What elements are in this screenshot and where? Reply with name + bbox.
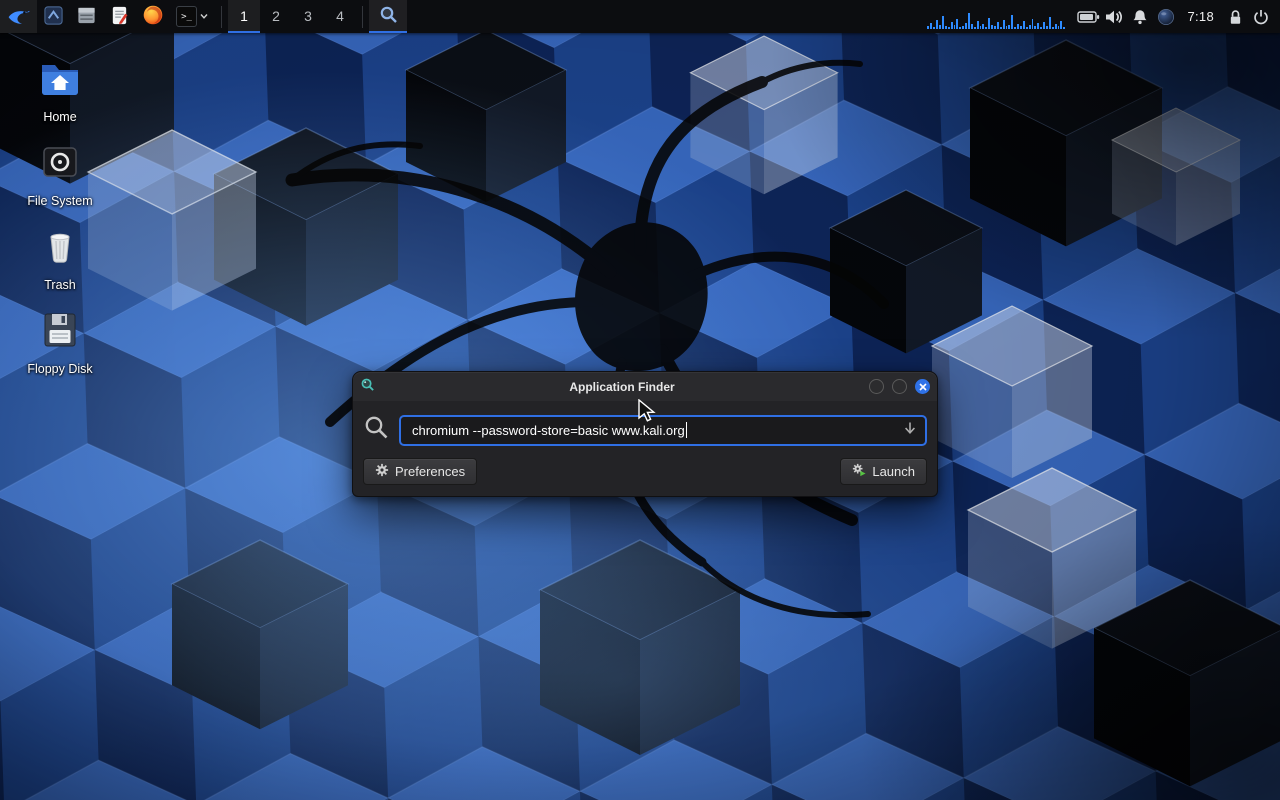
preferences-button[interactable]: Preferences (363, 458, 477, 485)
panel-separator (221, 6, 222, 28)
panel-separator (362, 6, 363, 28)
file-system-drive-icon (38, 140, 82, 189)
desktop-icon-label: File System (27, 194, 92, 208)
launch-button-label: Launch (872, 464, 915, 479)
command-entry[interactable]: chromium --password-store=basic www.kali… (399, 415, 927, 446)
applications-menu-button[interactable] (0, 0, 37, 33)
taskbar-application-finder[interactable] (369, 0, 407, 33)
minimize-button[interactable] (869, 379, 884, 394)
file-manager-launcher[interactable] (70, 0, 103, 33)
window-title: Application Finder (375, 380, 869, 394)
application-finder-icon (360, 377, 375, 397)
workspace-1[interactable]: 1 (228, 0, 260, 33)
maximize-button[interactable] (892, 379, 907, 394)
audio-visualizer (927, 5, 1065, 29)
panel-launchers (37, 0, 170, 33)
desktop-icon-floppy-disk[interactable]: Floppy Disk (10, 304, 110, 380)
floppy-disk-icon (38, 308, 82, 357)
home-folder-icon (38, 56, 82, 105)
close-button[interactable] (915, 379, 930, 394)
text-editor-launcher[interactable] (103, 0, 136, 33)
volume-icon[interactable] (1101, 0, 1127, 33)
power-logout-icon[interactable] (1248, 0, 1274, 33)
file-manager-icon (76, 5, 97, 29)
desktop-icon-file-system[interactable]: File System (10, 136, 110, 212)
firefox-launcher[interactable] (136, 0, 170, 33)
launch-icon (852, 463, 866, 480)
application-finder-window: Application Finder (352, 371, 938, 497)
desktop-icon-list: Home File System (10, 52, 110, 380)
search-icon (379, 5, 398, 27)
history-dropdown-arrow-icon[interactable] (903, 421, 917, 440)
battery-icon[interactable] (1075, 0, 1101, 33)
text-caret (686, 422, 687, 438)
top-panel: >_ 1 2 3 4 (0, 0, 1280, 33)
command-entry-value: chromium --password-store=basic www.kali… (412, 423, 685, 438)
terminal-launcher[interactable]: >_ (170, 0, 215, 33)
lock-screen-icon[interactable] (1222, 0, 1248, 33)
terminal-icon: >_ (176, 6, 197, 27)
workspace-4[interactable]: 4 (324, 0, 356, 33)
workspace-switcher: 1 2 3 4 (228, 0, 356, 33)
trash-empty-icon (38, 224, 82, 273)
chevron-down-icon[interactable] (199, 9, 209, 24)
desktop-icon-label: Home (43, 110, 76, 124)
clock[interactable]: 7:18 (1179, 9, 1222, 24)
app-window-icon (43, 5, 64, 29)
workspace-2[interactable]: 2 (260, 0, 292, 33)
text-editor-icon (109, 5, 130, 29)
kali-logo-icon (6, 3, 31, 31)
notifications-bell-icon[interactable] (1127, 0, 1153, 33)
desktop-icon-home[interactable]: Home (10, 52, 110, 128)
workspace-3[interactable]: 3 (292, 0, 324, 33)
desktop-icon-trash[interactable]: Trash (10, 220, 110, 296)
launch-button[interactable]: Launch (840, 458, 927, 485)
gear-icon (375, 463, 389, 480)
search-icon-large (363, 414, 390, 446)
finder-body: chromium --password-store=basic www.kali… (353, 401, 937, 494)
preferences-button-label: Preferences (395, 464, 465, 479)
desktop-icon-label: Trash (44, 278, 76, 292)
desktop-icon-label: Floppy Disk (27, 362, 92, 376)
close-icon (919, 379, 927, 394)
app-window-launcher[interactable] (37, 0, 70, 33)
desktop: >_ 1 2 3 4 (0, 0, 1280, 800)
window-titlebar[interactable]: Application Finder (353, 372, 937, 401)
status-sphere-icon[interactable] (1153, 0, 1179, 33)
firefox-icon (142, 4, 164, 29)
